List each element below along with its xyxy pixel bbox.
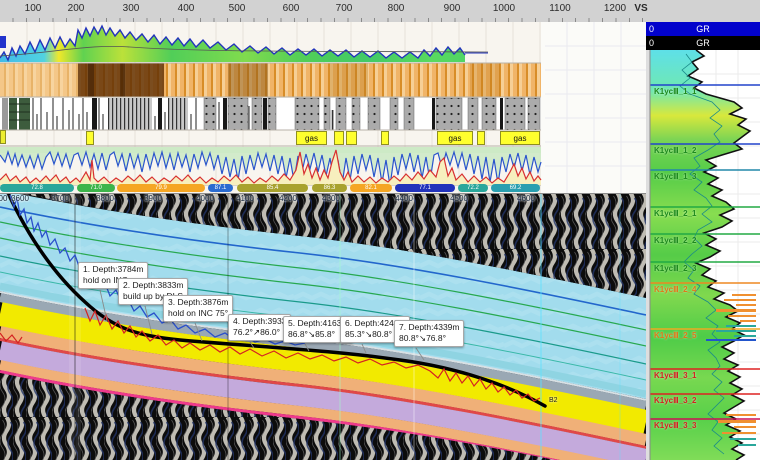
- formation-label[interactable]: K1ycⅢ_1_1: [654, 87, 696, 96]
- formation-label[interactable]: K1ycⅢ_2_5: [654, 331, 696, 340]
- inclination-segment[interactable]: 77.1: [395, 184, 455, 192]
- curve-scale-tag: [0, 36, 6, 48]
- gas-flag[interactable]: [381, 131, 389, 145]
- ruler-tick: 200: [68, 3, 85, 14]
- inclination-segment[interactable]: 71.0: [77, 184, 115, 192]
- well-plan-annotation-3[interactable]: 3. Depth:3876mhold on INC 75°: [163, 295, 233, 322]
- well-plan-annotation-4[interactable]: 4. Depth:393376.2°↗86.0°: [228, 314, 291, 341]
- inclination-segment[interactable]: 86.3: [312, 184, 347, 192]
- inclination-segment[interactable]: 85.4: [237, 184, 308, 192]
- ruler-tick: 100: [25, 3, 42, 14]
- ruler-tick: 700: [336, 3, 353, 14]
- depth-tick: 4100: [236, 194, 254, 203]
- formation-label[interactable]: K1ycⅢ_3_3: [654, 421, 696, 430]
- depth-tick: 4400: [395, 194, 413, 203]
- formation-label[interactable]: K1ycⅢ_3_2: [654, 396, 696, 405]
- inclination-segment[interactable]: 72.8: [0, 184, 74, 192]
- target-label: B2: [549, 397, 558, 404]
- depth-tick: 3700: [51, 194, 69, 203]
- formation-label[interactable]: K1ycⅢ_2_4: [654, 285, 696, 294]
- inclination-segment[interactable]: 72.2: [458, 184, 488, 192]
- depth-tick: 3600: [11, 194, 29, 203]
- geosteering-app: 100 200 300 400 500 600 700 800 900 1000…: [0, 0, 760, 460]
- ruler-tick: 800: [388, 3, 405, 14]
- gas-flag[interactable]: gas: [296, 131, 327, 145]
- depth-tick: 4500: [450, 194, 468, 203]
- inclination-segment[interactable]: 87.1: [208, 184, 233, 192]
- lithology-track: [0, 98, 541, 130]
- gas-flag[interactable]: gas: [500, 131, 540, 145]
- gas-flag[interactable]: [346, 131, 357, 145]
- gas-flag[interactable]: [334, 131, 344, 145]
- depth-tick: 3800: [96, 194, 114, 203]
- vs-ruler[interactable]: 100 200 300 400 500 600 700 800 900 1000…: [0, 0, 760, 23]
- depth-tick: 4300: [322, 194, 340, 203]
- ruler-tick: 1200: [604, 3, 626, 14]
- ruler-unit-label: VS: [634, 3, 647, 14]
- depth-tick: 4200: [279, 194, 297, 203]
- formation-label[interactable]: K1ycⅢ_1_3: [654, 172, 696, 181]
- formation-label[interactable]: K1ycⅢ_3_1: [654, 371, 696, 380]
- formation-label[interactable]: K1ycⅢ_2_3: [654, 264, 696, 273]
- ruler-tick: 900: [444, 3, 461, 14]
- formation-label[interactable]: K1ycⅢ_2_2: [654, 236, 696, 245]
- formation-label[interactable]: K1ycⅢ_1_2: [654, 146, 696, 155]
- ruler-tick: 500: [229, 3, 246, 14]
- ruler-tick: 300: [123, 3, 140, 14]
- formation-label[interactable]: K1ycⅢ_2_1: [654, 209, 696, 218]
- ruler-tick: 1000: [493, 3, 515, 14]
- ruler-tick: 600: [283, 3, 300, 14]
- depth-tick: 4000: [196, 194, 214, 203]
- depth-tick: 3900: [144, 194, 162, 203]
- heatmap-track: [0, 63, 541, 97]
- depth-tick: 00: [0, 194, 7, 203]
- ruler-tick: 400: [178, 3, 195, 14]
- well-plan-annotation-7[interactable]: 7. Depth:4339m80.8°↘76.8°: [394, 320, 464, 347]
- inclination-segment[interactable]: 79.9: [117, 184, 205, 192]
- gr-scale-header-1[interactable]: 0 GR: [646, 22, 760, 36]
- gas-flag[interactable]: [86, 131, 94, 145]
- gr-scale-header-2[interactable]: 0 GR: [646, 36, 760, 50]
- log-tracks-panel[interactable]: [0, 22, 646, 193]
- inclination-segment[interactable]: 82.1: [350, 184, 392, 192]
- inclination-segment[interactable]: 69.2: [491, 184, 540, 192]
- gas-flag-edge: [0, 130, 6, 144]
- gas-flag[interactable]: gas: [437, 131, 473, 145]
- ruler-tick: 1100: [549, 3, 571, 14]
- gas-flag[interactable]: [477, 131, 485, 145]
- depth-tick: 4600: [517, 194, 535, 203]
